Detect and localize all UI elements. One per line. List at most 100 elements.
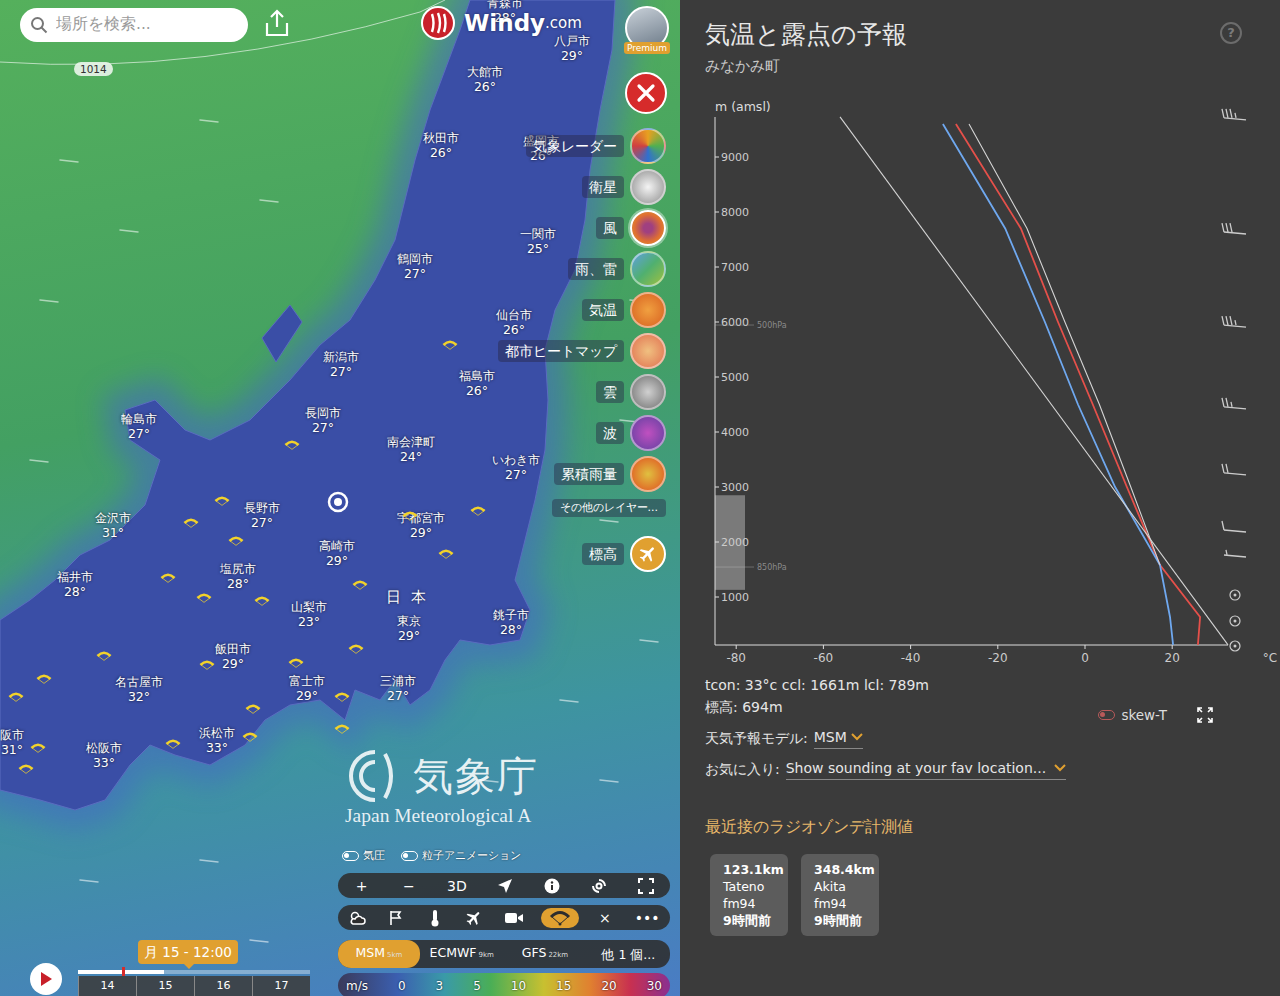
layer-item[interactable]: 都市ヒートマップ bbox=[498, 333, 666, 369]
map-control-button[interactable]: + bbox=[349, 875, 375, 897]
city-label[interactable]: 山梨市23° bbox=[291, 600, 327, 630]
timeline-day[interactable]: 15 bbox=[136, 976, 194, 996]
poi-button[interactable] bbox=[541, 908, 579, 928]
paraglider-icon[interactable] bbox=[196, 585, 212, 597]
poi-button[interactable] bbox=[383, 908, 409, 928]
city-label[interactable]: 銚子市28° bbox=[493, 608, 529, 638]
map-control-button[interactable]: − bbox=[396, 875, 422, 897]
toggle-switch[interactable] bbox=[401, 851, 418, 861]
model-tab[interactable]: MSM5km bbox=[338, 940, 420, 968]
layer-item[interactable]: 雲 bbox=[596, 374, 666, 410]
paraglider-icon[interactable] bbox=[402, 503, 418, 515]
search-box[interactable] bbox=[20, 8, 248, 42]
sounding-chart[interactable]: m (amsl)10002000300040005000600070008000… bbox=[680, 95, 1280, 670]
city-label[interactable]: 一関市25° bbox=[520, 227, 556, 257]
radiosonde-card[interactable]: 348.4kmAkitafm949時間前 bbox=[801, 854, 879, 936]
toggle-switch[interactable] bbox=[1098, 710, 1115, 720]
city-label[interactable]: 三浦市27° bbox=[380, 674, 416, 704]
city-label[interactable]: 長岡市27° bbox=[305, 406, 341, 436]
timeline-day[interactable]: 16 bbox=[194, 976, 252, 996]
city-label[interactable]: 輪島市27° bbox=[121, 412, 157, 442]
map-toggle[interactable]: 気圧 bbox=[342, 848, 385, 864]
paraglider-icon[interactable] bbox=[228, 528, 244, 540]
city-label[interactable]: 東京29° bbox=[397, 614, 421, 644]
map-toggle[interactable]: 粒子アニメーション bbox=[401, 848, 521, 864]
model-select[interactable]: MSM bbox=[814, 726, 863, 749]
paraglider-icon[interactable] bbox=[334, 684, 350, 696]
poi-button[interactable] bbox=[461, 907, 487, 929]
layer-item[interactable]: 気温 bbox=[582, 292, 666, 328]
city-label[interactable]: 飯田市29° bbox=[215, 642, 251, 672]
paraglider-icon[interactable] bbox=[288, 650, 304, 662]
city-label[interactable]: いわき市27° bbox=[492, 453, 540, 483]
paraglider-icon[interactable] bbox=[8, 684, 24, 696]
city-label[interactable]: 福井市28° bbox=[57, 570, 93, 600]
play-button[interactable] bbox=[30, 963, 62, 995]
location-marker-icon[interactable] bbox=[327, 489, 349, 513]
map-control-button[interactable] bbox=[492, 876, 518, 896]
layer-item[interactable]: 衛星 bbox=[582, 169, 666, 205]
map-control-button[interactable] bbox=[633, 876, 659, 896]
timeline-date[interactable]: 月 15 - 12:00 bbox=[138, 940, 238, 964]
layer-item[interactable]: 累積雨量 bbox=[554, 456, 666, 492]
paraglider-icon[interactable] bbox=[36, 666, 52, 678]
paraglider-icon[interactable] bbox=[442, 332, 458, 344]
paraglider-icon[interactable] bbox=[352, 572, 368, 584]
paraglider-icon[interactable] bbox=[18, 756, 34, 768]
layer-item[interactable]: 波 bbox=[596, 415, 666, 451]
paraglider-icon[interactable] bbox=[470, 498, 486, 510]
city-label[interactable]: 松阪市33° bbox=[86, 741, 122, 771]
city-label[interactable]: 秋田市26° bbox=[423, 131, 459, 161]
paraglider-icon[interactable] bbox=[284, 432, 300, 444]
city-label[interactable]: 福島市26° bbox=[459, 369, 495, 399]
favorite-select[interactable]: Show sounding at your fav location... bbox=[786, 757, 1066, 780]
model-tab[interactable]: GFS22km bbox=[503, 940, 586, 968]
skew-t-toggle[interactable]: skew-T bbox=[1098, 704, 1167, 726]
city-label[interactable]: 仙台市26° bbox=[496, 308, 532, 338]
paraglider-icon[interactable] bbox=[30, 735, 46, 747]
paraglider-icon[interactable] bbox=[242, 724, 258, 736]
more-layers-button[interactable]: その他のレイヤー... bbox=[552, 499, 667, 517]
city-label[interactable]: 鶴岡市27° bbox=[397, 252, 433, 282]
expand-icon[interactable] bbox=[1197, 707, 1213, 723]
poi-button[interactable] bbox=[422, 907, 448, 929]
city-label[interactable]: 塩尻市28° bbox=[220, 562, 256, 592]
paraglider-icon[interactable] bbox=[96, 643, 112, 655]
city-label[interactable]: 名古屋市32° bbox=[115, 675, 163, 705]
paraglider-icon[interactable] bbox=[160, 565, 176, 577]
model-tab[interactable]: ECMWF9km bbox=[420, 940, 503, 968]
poi-button[interactable] bbox=[344, 908, 370, 928]
city-label[interactable]: 浜松市33° bbox=[199, 726, 235, 756]
search-input[interactable] bbox=[56, 13, 238, 36]
city-label[interactable]: 金沢市31° bbox=[95, 511, 131, 541]
paraglider-icon[interactable] bbox=[254, 588, 270, 600]
city-label[interactable]: 阪市31° bbox=[0, 728, 24, 758]
poi-button[interactable]: × bbox=[592, 907, 618, 929]
model-tab[interactable]: 他 1 個... bbox=[587, 942, 670, 967]
paraglider-icon[interactable] bbox=[214, 488, 230, 500]
city-label[interactable]: 南会津町24° bbox=[387, 435, 435, 465]
poi-button[interactable] bbox=[500, 909, 528, 927]
toggle-switch[interactable] bbox=[342, 851, 359, 861]
city-label[interactable]: 新潟市27° bbox=[323, 350, 359, 380]
windy-logo[interactable]: Windy.com bbox=[420, 5, 582, 41]
user-avatar[interactable]: Premium bbox=[624, 6, 670, 54]
share-icon[interactable] bbox=[264, 9, 290, 37]
poi-button[interactable]: ••• bbox=[631, 907, 664, 929]
city-label[interactable]: 富士市29° bbox=[289, 674, 325, 704]
radiosonde-card[interactable]: 123.1kmTatenofm949時間前 bbox=[710, 854, 788, 936]
paraglider-icon[interactable] bbox=[245, 696, 261, 708]
overlay-item[interactable]: 標高 bbox=[582, 536, 666, 572]
paraglider-icon[interactable] bbox=[199, 652, 215, 664]
timeline-day[interactable]: 14 bbox=[78, 976, 136, 996]
layer-item[interactable]: 雨、雷 bbox=[568, 251, 666, 287]
city-label[interactable]: 大館市26° bbox=[467, 65, 503, 95]
help-button[interactable]: ? bbox=[1220, 22, 1242, 44]
paraglider-icon[interactable] bbox=[438, 541, 454, 553]
city-label[interactable]: 長野市27° bbox=[244, 501, 280, 531]
map[interactable]: 1014青森市28°八戸市29°大館市26°秋田市26°盛岡市26°一関市25°… bbox=[0, 0, 680, 996]
timeline-day[interactable]: 17 bbox=[252, 976, 310, 996]
paraglider-icon[interactable] bbox=[348, 636, 364, 648]
close-button[interactable] bbox=[625, 72, 667, 114]
city-label[interactable]: 八戸市29° bbox=[554, 34, 590, 64]
